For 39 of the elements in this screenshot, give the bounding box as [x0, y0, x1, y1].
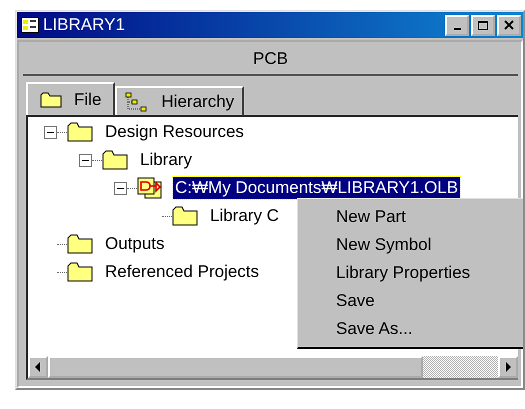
menu-item[interactable]: New Part — [298, 203, 523, 231]
tree-item[interactable]: C:₩My Documents₩LIBRARY1.OLB — [173, 177, 460, 199]
minimize-icon — [454, 28, 460, 30]
tree-item[interactable]: Library C — [208, 205, 281, 227]
folder-icon — [40, 92, 62, 108]
tree-item[interactable]: Outputs — [103, 233, 167, 255]
folder-icon — [67, 122, 93, 142]
app-icon — [21, 17, 39, 33]
maximize-button[interactable] — [471, 14, 495, 36]
window-title: LIBRARY1 — [43, 15, 126, 35]
right-arrow-icon — [505, 362, 511, 372]
horizontal-scrollbar[interactable] — [28, 356, 518, 378]
left-arrow-icon — [35, 362, 41, 372]
scroll-left-button[interactable] — [28, 356, 48, 378]
library-file-icon — [137, 177, 163, 199]
folder-icon — [102, 150, 128, 170]
folder-icon — [172, 206, 198, 226]
collapse-toggle[interactable] — [79, 154, 92, 166]
close-icon — [503, 20, 515, 30]
collapse-toggle[interactable] — [44, 126, 57, 138]
minimize-button[interactable] — [445, 14, 469, 36]
scroll-right-button[interactable] — [498, 356, 518, 378]
collapse-toggle[interactable] — [114, 182, 127, 194]
tree-item[interactable]: Referenced Projects — [103, 261, 262, 283]
maximize-icon — [477, 20, 489, 30]
scroll-thumb[interactable] — [48, 356, 423, 378]
folder-icon — [67, 234, 93, 254]
menu-item[interactable]: Save As... — [298, 315, 523, 343]
tab[interactable]: Hierarchy — [115, 86, 244, 115]
close-button[interactable] — [497, 14, 521, 36]
menu-item[interactable]: Save — [298, 287, 523, 315]
tab[interactable]: File — [26, 82, 116, 115]
menu-item[interactable]: Library Properties — [298, 259, 523, 287]
panel-title: PCB — [253, 49, 288, 69]
menu-item[interactable]: New Symbol — [298, 231, 523, 259]
tree-item[interactable]: Design Resources — [103, 121, 246, 143]
tree-item[interactable]: Library — [138, 149, 194, 171]
hierarchy-icon — [125, 92, 150, 112]
folder-icon — [67, 262, 93, 282]
